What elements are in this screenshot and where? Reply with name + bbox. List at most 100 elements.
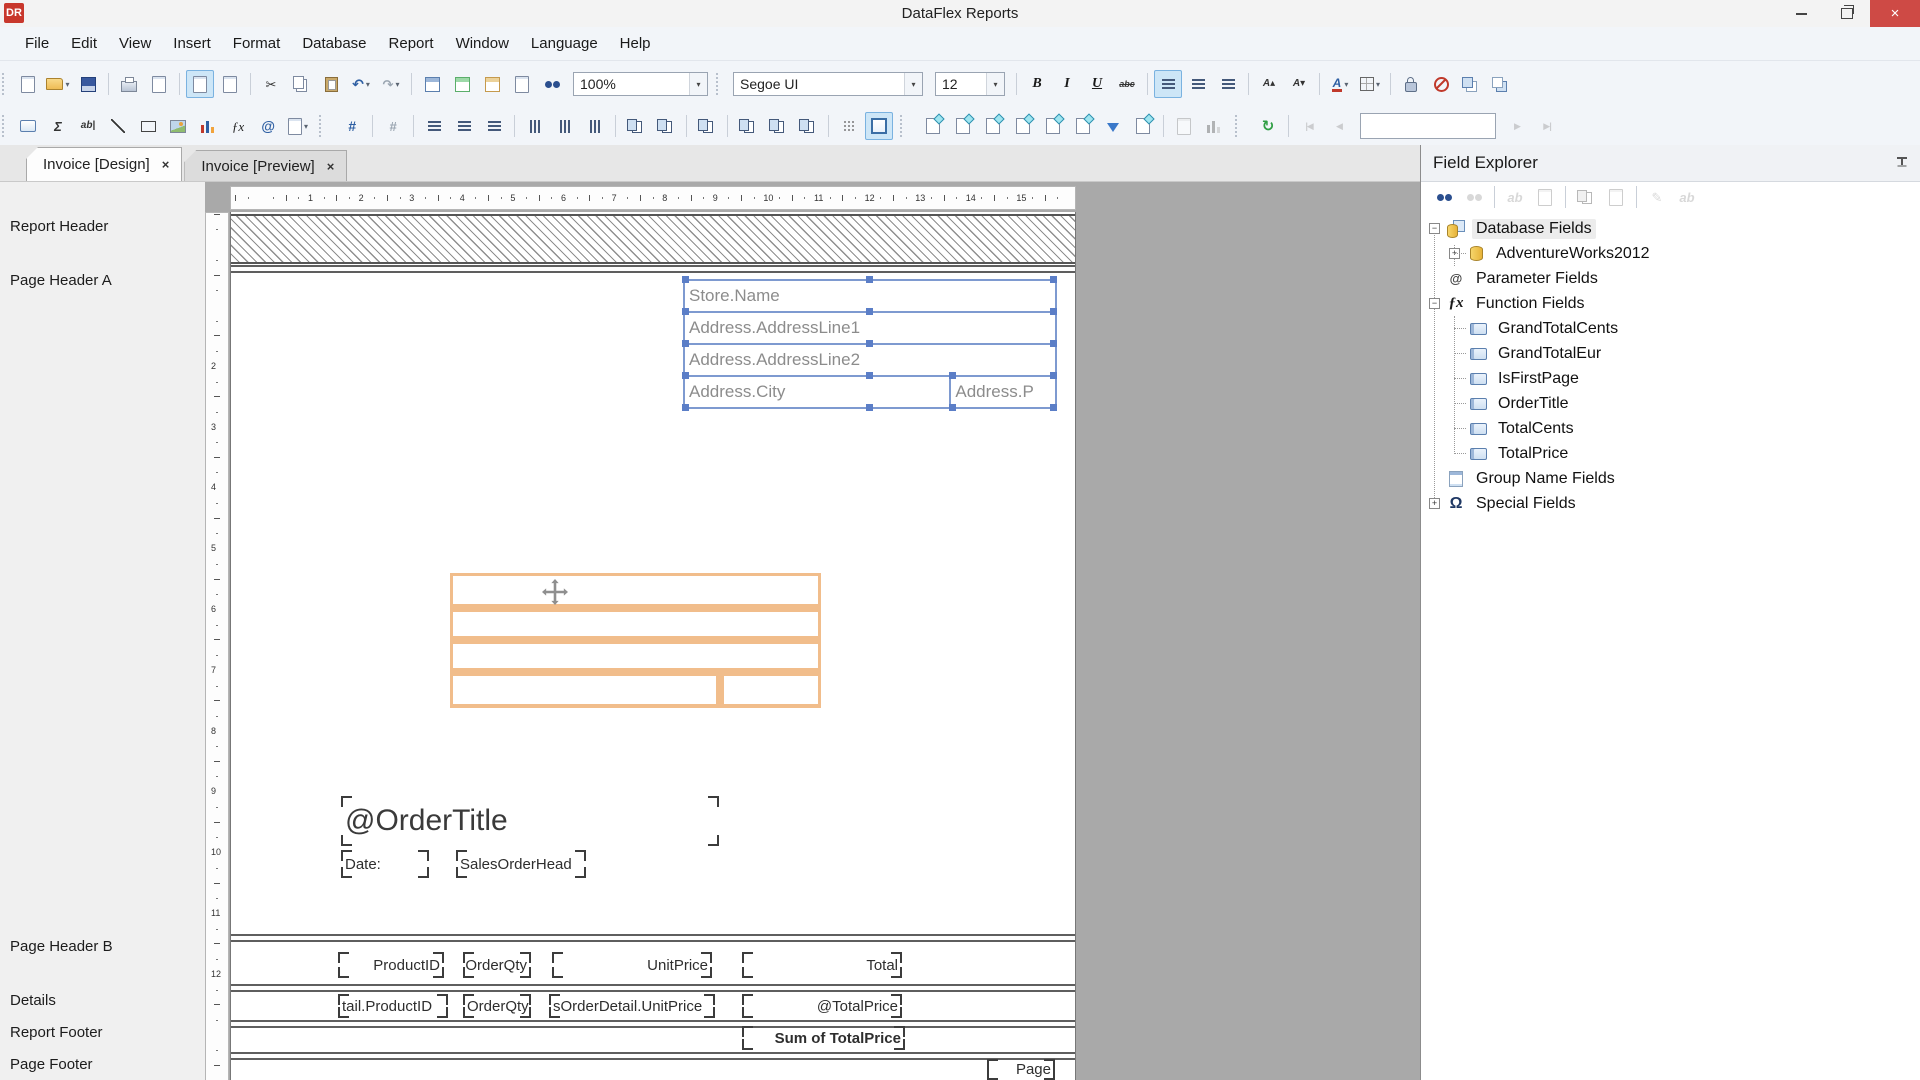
collapse-icon[interactable]: − — [1429, 223, 1440, 234]
delete-field-button[interactable] — [1602, 183, 1630, 211]
report-header-suppressed-band[interactable] — [231, 214, 1075, 264]
tree-item-grandtotaleur[interactable]: GrandTotalEur — [1421, 341, 1920, 366]
tree-item-special-fields[interactable]: +ΩSpecial Fields — [1421, 491, 1920, 516]
section-divider[interactable] — [231, 265, 1075, 273]
underline-button[interactable]: U — [1083, 70, 1111, 98]
insert-chart-button[interactable] — [194, 112, 222, 140]
address-field-block-selected[interactable]: Store.NameAddress.AddressLine1Address.Ad… — [683, 279, 1057, 409]
selection-handle[interactable] — [949, 372, 956, 379]
menu-language[interactable]: Language — [520, 31, 609, 56]
make-same-width-button[interactable] — [652, 112, 680, 140]
selection-handle[interactable] — [682, 404, 689, 411]
insert-picture-button[interactable] — [164, 112, 192, 140]
table-cell[interactable] — [724, 676, 818, 704]
align-middles-button[interactable] — [551, 112, 579, 140]
menu-edit[interactable]: Edit — [60, 31, 108, 56]
table-row[interactable] — [453, 612, 818, 636]
insert-function-button[interactable]: ƒx — [224, 112, 252, 140]
selection-handle[interactable] — [866, 372, 873, 379]
tab-invoice-design-[interactable]: Invoice [Design]× — [26, 147, 182, 181]
selection-handle[interactable] — [949, 404, 956, 411]
grid-dots-button[interactable] — [835, 112, 863, 140]
export-button[interactable] — [1170, 112, 1198, 140]
design-mode-button[interactable] — [186, 70, 214, 98]
align-centers-button[interactable] — [450, 112, 478, 140]
center-in-section-button[interactable] — [794, 112, 822, 140]
group-expert-button[interactable] — [1009, 112, 1037, 140]
align-bottoms-button[interactable] — [581, 112, 609, 140]
font-size-combo[interactable]: 12 ▾ — [935, 72, 1005, 96]
restore-button[interactable] — [1824, 0, 1870, 27]
menu-file[interactable]: File — [14, 31, 60, 56]
page-setup-button[interactable] — [508, 70, 536, 98]
formula-workshop-button[interactable] — [1039, 112, 1067, 140]
report-wizard-button[interactable] — [949, 112, 977, 140]
make-same-height-button[interactable] — [622, 112, 650, 140]
selection-handle[interactable] — [1050, 276, 1057, 283]
tree-item-ordertitle[interactable]: OrderTitle — [1421, 391, 1920, 416]
chart-expert-button[interactable] — [1200, 112, 1228, 140]
report-page[interactable]: Store.NameAddress.AddressLine1Address.Ad… — [230, 212, 1076, 1080]
insert-database-field-button[interactable] — [14, 112, 42, 140]
chevron-down-icon[interactable]: ▾ — [904, 73, 922, 95]
menu-window[interactable]: Window — [445, 31, 520, 56]
selection-handle[interactable] — [682, 340, 689, 347]
tree-item-function-fields[interactable]: −ƒxFunction Fields — [1421, 291, 1920, 316]
tree-item-database-fields[interactable]: −Database Fields — [1421, 216, 1920, 241]
menu-view[interactable]: View — [108, 31, 162, 56]
tree-item-group-name-fields[interactable]: Group Name Fields — [1421, 466, 1920, 491]
selection-handle[interactable] — [1050, 340, 1057, 347]
bold-button[interactable]: B — [1023, 70, 1051, 98]
page-number-input[interactable] — [1360, 113, 1496, 139]
record-sort-expert-button[interactable] — [979, 112, 1007, 140]
copy-button[interactable] — [287, 70, 315, 98]
chevron-down-icon[interactable]: ▾ — [304, 122, 308, 131]
refresh-data-button[interactable]: ↻ — [1254, 112, 1282, 140]
report-expert-button[interactable] — [448, 70, 476, 98]
redo-button[interactable]: ↷▾ — [377, 70, 405, 98]
paste-button[interactable] — [317, 70, 345, 98]
orange-table-object[interactable] — [450, 573, 821, 708]
chevron-down-icon[interactable]: ▾ — [1376, 80, 1380, 89]
menu-insert[interactable]: Insert — [162, 31, 222, 56]
minimize-button[interactable] — [1778, 0, 1824, 27]
order-title-field[interactable]: @OrderTitle — [341, 796, 719, 846]
tree-item-isfirstpage[interactable]: IsFirstPage — [1421, 366, 1920, 391]
align-tops-button[interactable] — [521, 112, 549, 140]
section-divider[interactable] — [231, 1020, 1075, 1028]
fit-to-text-button[interactable] — [693, 112, 721, 140]
tree-item-grandtotalcents[interactable]: GrandTotalCents — [1421, 316, 1920, 341]
find-button[interactable] — [538, 70, 566, 98]
tree-item-totalprice[interactable]: TotalPrice — [1421, 441, 1920, 466]
table-cell[interactable] — [453, 676, 716, 704]
space-evenly-button[interactable] — [764, 112, 792, 140]
strikeout-button[interactable]: abc — [1113, 70, 1141, 98]
lock-position-button[interactable] — [1397, 70, 1425, 98]
collapse-icon[interactable]: − — [1429, 298, 1440, 309]
menu-database[interactable]: Database — [291, 31, 377, 56]
tree-item-adventureworks2012[interactable]: +AdventureWorks2012 — [1421, 241, 1920, 266]
chevron-down-icon[interactable]: ▾ — [366, 80, 370, 89]
detail-unitprice[interactable]: sOrderDetail.UnitPrice — [549, 994, 715, 1018]
col-header-unitprice[interactable]: UnitPrice — [552, 952, 712, 978]
chevron-down-icon[interactable]: ▾ — [1344, 80, 1348, 89]
show-boundaries-button[interactable] — [865, 112, 893, 140]
expand-icon[interactable]: + — [1429, 498, 1440, 509]
detail-productid[interactable]: tail.ProductID — [338, 994, 448, 1018]
col-header-productid[interactable]: ProductID — [338, 952, 444, 978]
sales-order-date-field[interactable]: SalesOrderHead — [456, 850, 586, 878]
font-family-combo[interactable]: Segoe UI ▾ — [733, 72, 923, 96]
selection-handle[interactable] — [682, 308, 689, 315]
previous-page-button[interactable]: ◀ — [1325, 112, 1353, 140]
chevron-down-icon[interactable]: ▾ — [65, 80, 69, 89]
borders-button[interactable]: ▾ — [1356, 70, 1384, 98]
db-field-address-addressline2[interactable]: Address.AddressLine2 — [685, 345, 1055, 375]
align-lefts-button[interactable] — [420, 112, 448, 140]
edit-field-button[interactable]: ✎ — [1643, 183, 1671, 211]
bring-to-front-button[interactable] — [1457, 70, 1485, 98]
data-source-expert-button[interactable] — [919, 112, 947, 140]
print-button[interactable] — [115, 70, 143, 98]
browse-data-button[interactable] — [1531, 183, 1559, 211]
tab-invoice-preview-[interactable]: Invoice [Preview]× — [184, 150, 347, 181]
insert-subreport-button[interactable]: ▾ — [284, 112, 312, 140]
